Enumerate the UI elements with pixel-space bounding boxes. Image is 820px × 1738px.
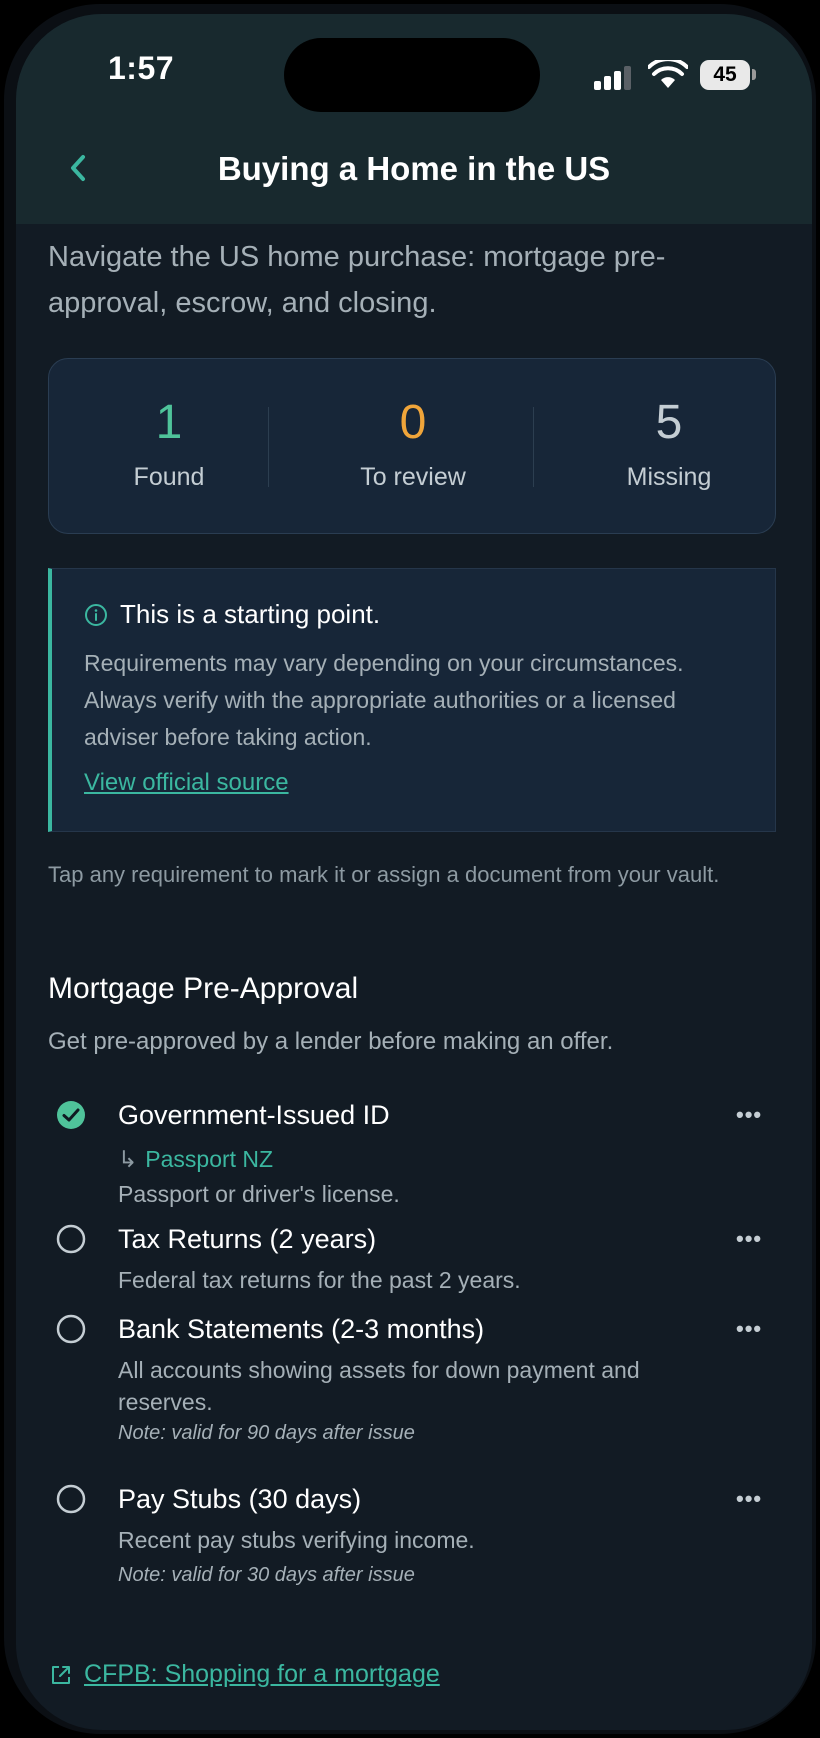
link-arrow-icon: ↳ — [118, 1146, 138, 1172]
stat-to-review-label: To review — [360, 463, 466, 491]
notice-header: This is a starting point. — [84, 599, 380, 630]
stat-to-review[interactable]: 0 To review — [313, 395, 513, 492]
requirement-name: Bank Statements (2-3 months) — [118, 1314, 485, 1344]
wifi-icon — [647, 57, 689, 90]
stat-missing-value: 5 — [655, 396, 683, 449]
more-options-icon[interactable]: ••• — [736, 1316, 762, 1342]
stat-missing[interactable]: 5 Missing — [569, 395, 769, 492]
cfpb-link-text: CFPB: Shopping for a mortgage — [84, 1660, 440, 1688]
signal-icon — [594, 64, 638, 90]
requirement-description: Recent pay stubs verifying income. — [118, 1527, 475, 1553]
tap-hint: Tap any requirement to mark it or assign… — [48, 862, 720, 887]
stat-found-label: Found — [133, 463, 205, 491]
requirement-description: Passport or driver's license. — [118, 1181, 400, 1207]
unchecked-circle-icon[interactable] — [56, 1224, 86, 1254]
notice-title: This is a starting point. — [120, 599, 381, 629]
info-icon — [85, 603, 107, 626]
requirement-note: Note: valid for 90 days after issue — [118, 1422, 415, 1444]
unchecked-circle-icon[interactable] — [56, 1484, 86, 1514]
requirement-name: Pay Stubs (30 days) — [118, 1484, 362, 1514]
phone-frame: 1:57 45 Buying a Home in the US Navigate — [4, 4, 816, 1734]
battery-indicator: 45 — [700, 60, 750, 90]
disclaimer-notice: This is a starting point. Requirements m… — [48, 568, 776, 832]
more-options-icon[interactable]: ••• — [736, 1226, 762, 1252]
intro-text: Navigate the US home purchase: mortgage … — [48, 241, 666, 319]
app-header: 1:57 45 Buying a Home in the US — [16, 14, 812, 224]
stat-found-value: 1 — [155, 396, 183, 449]
requirement-item[interactable]: Bank Statements (2-3 months) ••• All acc… — [48, 1314, 778, 1444]
requirement-description: All accounts showing assets for down pay… — [118, 1357, 640, 1415]
stat-missing-label: Missing — [626, 463, 712, 491]
app-screen: 1:57 45 Buying a Home in the US Navigate — [16, 14, 812, 1730]
assigned-document-name: Passport NZ — [145, 1146, 274, 1172]
requirement-name: Government-Issued ID — [118, 1100, 390, 1130]
more-options-icon[interactable]: ••• — [736, 1102, 762, 1128]
more-options-icon[interactable]: ••• — [736, 1486, 762, 1512]
requirement-item[interactable]: Government-Issued ID ••• ↳ Passport NZ Pa… — [48, 1100, 778, 1207]
stat-found[interactable]: 1 Found — [69, 395, 269, 492]
assigned-document[interactable]: ↳ Passport NZ — [118, 1146, 273, 1173]
unchecked-circle-icon[interactable] — [56, 1314, 86, 1344]
requirement-description: Federal tax returns for the past 2 years… — [118, 1267, 521, 1293]
requirement-note: Note: valid for 30 days after issue — [118, 1564, 415, 1586]
stat-to-review-value: 0 — [399, 396, 427, 449]
cfpb-link[interactable]: CFPB: Shopping for a mortgage — [50, 1660, 440, 1689]
notice-body: Requirements may vary depending on your … — [84, 650, 684, 750]
requirement-item[interactable]: Tax Returns (2 years) ••• Federal tax re… — [48, 1224, 778, 1294]
battery-tip — [752, 69, 756, 80]
requirement-name: Tax Returns (2 years) — [118, 1224, 377, 1254]
view-official-source-link[interactable]: View official source — [84, 769, 289, 797]
stat-divider — [268, 407, 269, 487]
stat-divider — [533, 407, 534, 487]
section-title: Mortgage Pre-Approval — [48, 972, 359, 1005]
dynamic-island — [284, 38, 540, 112]
external-link-icon — [52, 1665, 70, 1684]
stats-card: 1 Found 0 To review 5 Missing — [48, 358, 776, 534]
section-description: Get pre-approved by a lender before maki… — [48, 1028, 614, 1055]
requirement-item[interactable]: Pay Stubs (30 days) ••• Recent pay stubs… — [48, 1484, 778, 1586]
page-title: Buying a Home in the US — [217, 150, 611, 187]
checked-circle-icon[interactable] — [56, 1100, 86, 1130]
main-content: Navigate the US home purchase: mortgage … — [48, 224, 778, 1688]
status-time: 1:57 — [108, 50, 175, 86]
